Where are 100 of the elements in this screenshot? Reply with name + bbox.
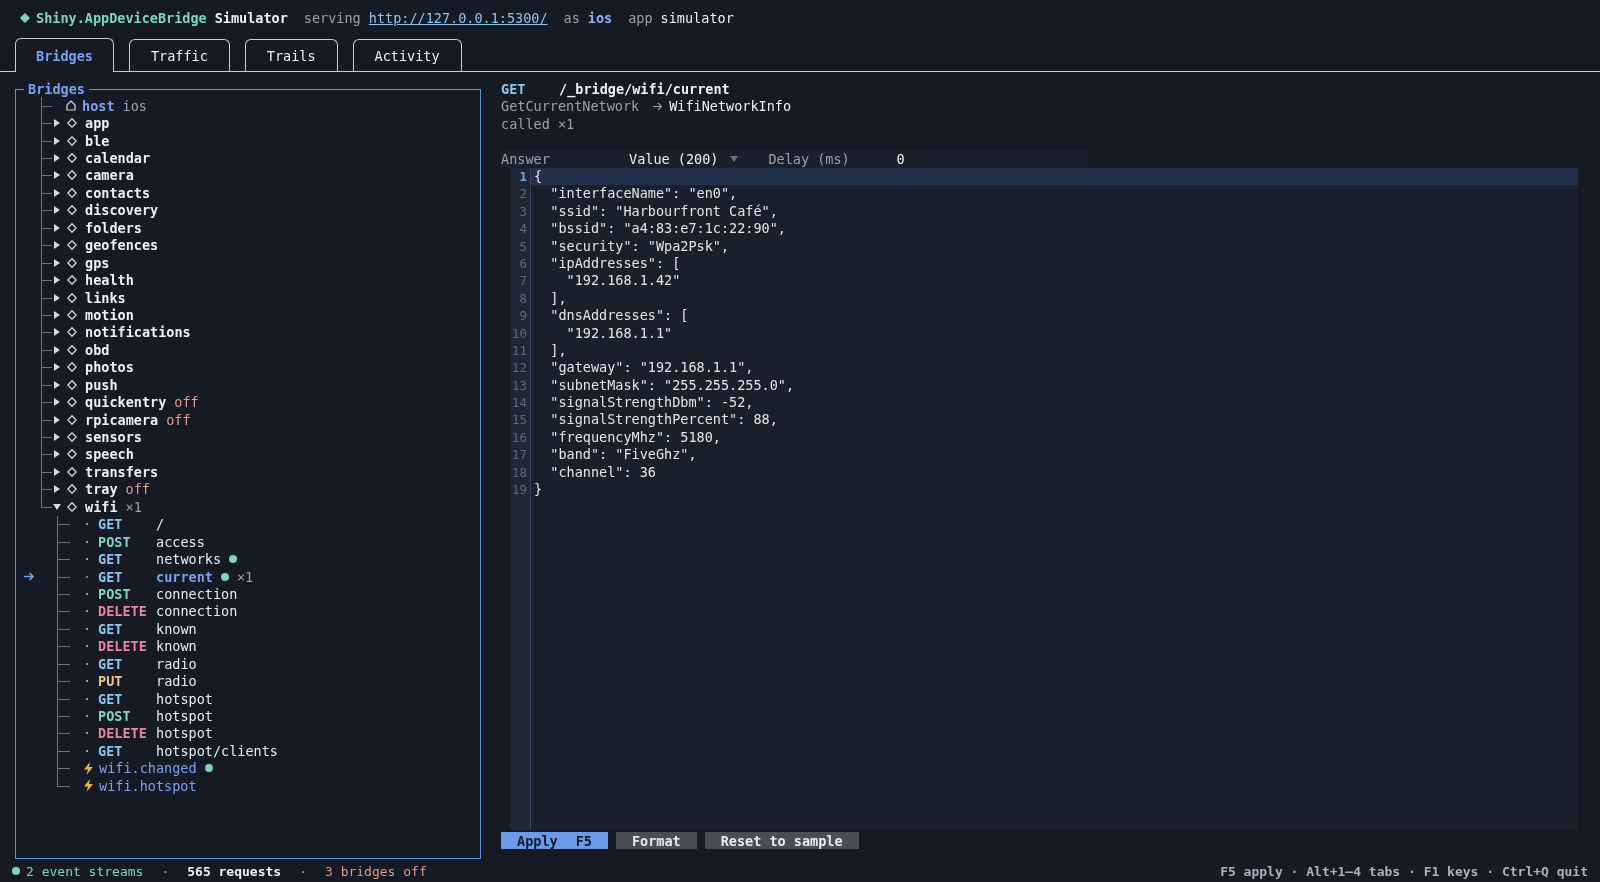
tree-item[interactable]: folders bbox=[24, 219, 480, 237]
line-number: 3 bbox=[518, 202, 528, 221]
endpoint-item[interactable]: DELETE connection bbox=[82, 602, 238, 621]
diamond-icon bbox=[67, 222, 77, 233]
code-line: ], bbox=[549, 341, 568, 360]
answer-dropdown[interactable]: Value (200) bbox=[629, 151, 769, 167]
diamond-icon bbox=[67, 432, 77, 443]
caret-icon bbox=[730, 156, 739, 162]
diamond-icon bbox=[67, 501, 77, 512]
server-link[interactable]: http://127.0.0.1:5300/ bbox=[368, 10, 548, 26]
tree-item[interactable]: ble bbox=[24, 131, 480, 150]
line-number: 1 bbox=[518, 168, 528, 186]
diamond-icon bbox=[67, 449, 77, 460]
diamond-icon bbox=[67, 362, 77, 373]
tab[interactable]: Traffic bbox=[128, 39, 230, 71]
http-method: GET bbox=[501, 80, 527, 97]
apply-button[interactable]: Apply F5 bbox=[501, 832, 608, 849]
endpoint-item[interactable]: GET / bbox=[82, 515, 165, 533]
tree-item[interactable]: health bbox=[24, 271, 480, 289]
endpoint-item[interactable]: DELETE known bbox=[82, 637, 197, 655]
code-line: "security": "Wpa2Psk", bbox=[549, 237, 731, 255]
tree-line bbox=[38, 219, 52, 237]
app-mode: Simulator bbox=[214, 10, 288, 26]
action-button[interactable]: Reset to sample bbox=[704, 832, 859, 849]
tree-item[interactable]: obd bbox=[24, 341, 480, 359]
line-number: 14 bbox=[510, 394, 528, 412]
tree-item[interactable]: sensors bbox=[24, 428, 480, 446]
action-button[interactable]: Format bbox=[615, 832, 697, 849]
endpoint-item[interactable]: POST connection bbox=[82, 585, 238, 603]
diamond-icon bbox=[67, 379, 77, 390]
tree-item[interactable]: geofences bbox=[24, 236, 480, 254]
line-number: 7 bbox=[518, 272, 528, 290]
home-icon bbox=[66, 100, 76, 112]
tab[interactable]: Trails bbox=[244, 39, 338, 71]
tree-item[interactable]: wifi ×1 bbox=[24, 498, 480, 516]
tree-item[interactable]: app bbox=[24, 114, 480, 132]
diamond-icon bbox=[67, 275, 77, 286]
line-number: 16 bbox=[510, 428, 528, 447]
diamond-icon bbox=[67, 309, 77, 320]
delay-field[interactable]: 0 bbox=[896, 151, 905, 167]
handler-name: GetCurrentNetwork bbox=[501, 98, 640, 115]
endpoint-item[interactable]: GET hotspot bbox=[82, 689, 213, 708]
tree-item[interactable]: speech bbox=[24, 445, 480, 464]
diamond-icon bbox=[67, 240, 77, 251]
endpoint-item[interactable]: DELETE hotspot bbox=[82, 724, 213, 743]
tree-item[interactable]: motion bbox=[24, 306, 480, 324]
endpoint-item[interactable]: GET hotspot/clients bbox=[82, 742, 278, 760]
status-text: 2 event streams bbox=[26, 863, 144, 879]
tree-item[interactable]: photos bbox=[24, 358, 480, 376]
diamond-icon bbox=[67, 257, 77, 268]
tree-item[interactable]: camera bbox=[24, 166, 480, 185]
endpoint-item[interactable]: GET known bbox=[82, 620, 197, 638]
return-type: WifiNetworkInfo bbox=[669, 98, 792, 115]
endpoint-item[interactable]: GET networks bbox=[82, 550, 238, 568]
status-dot bbox=[12, 867, 20, 875]
tree-line bbox=[38, 463, 52, 481]
tree-line bbox=[38, 271, 52, 289]
tree-item[interactable]: links bbox=[24, 288, 480, 307]
tree-item[interactable]: transfers bbox=[24, 463, 480, 481]
endpoint-item[interactable]: GET radio bbox=[82, 655, 197, 673]
tree-line bbox=[38, 184, 52, 202]
diamond-icon bbox=[67, 153, 77, 164]
tab[interactable]: Bridges bbox=[15, 38, 114, 72]
line-number: 19 bbox=[510, 481, 528, 499]
tree-line bbox=[38, 131, 52, 150]
separator-dot: · bbox=[299, 863, 307, 879]
line-number: 4 bbox=[518, 220, 528, 238]
diamond-icon bbox=[20, 13, 30, 23]
tree-line bbox=[38, 358, 52, 376]
host-label: host bbox=[82, 97, 115, 114]
diamond-icon bbox=[67, 205, 77, 216]
tree-line bbox=[38, 410, 52, 429]
separator-dot: · bbox=[161, 863, 170, 879]
endpoint-item[interactable]: POST access bbox=[82, 532, 205, 551]
line-number: 2 bbox=[518, 185, 528, 203]
tree-item[interactable]: push bbox=[24, 376, 480, 394]
diamond-icon bbox=[67, 118, 77, 129]
tree-line bbox=[38, 480, 52, 499]
code-line: "band": "FiveGhz", bbox=[549, 446, 698, 464]
endpoint-item[interactable]: GET current ×1 bbox=[82, 567, 254, 586]
line-number: 8 bbox=[518, 289, 528, 308]
tree-item[interactable]: calendar bbox=[24, 149, 480, 167]
line-number: 9 bbox=[518, 307, 528, 325]
answer-label: Answer bbox=[501, 151, 551, 167]
tree-item[interactable]: quickentry off bbox=[24, 393, 480, 411]
event-item[interactable]: wifi.changed bbox=[82, 759, 213, 778]
endpoint-item[interactable]: POST hotspot bbox=[82, 707, 213, 725]
event-item[interactable]: wifi.hotspot bbox=[82, 777, 197, 795]
tree-item[interactable]: discovery bbox=[24, 201, 480, 220]
tree-item[interactable]: gps bbox=[24, 253, 480, 272]
code-line: "dnsAddresses": [ bbox=[549, 307, 690, 325]
code-line: "ipAddresses": [ bbox=[549, 254, 682, 273]
tab[interactable]: Activity bbox=[352, 39, 462, 71]
tree-item[interactable]: rpicamera off bbox=[24, 410, 480, 429]
tree-item[interactable]: contacts bbox=[24, 184, 480, 202]
tree-item[interactable]: notifications bbox=[24, 323, 480, 342]
tree-item[interactable]: tray off bbox=[24, 480, 480, 499]
line-number: 6 bbox=[518, 254, 528, 273]
endpoint-item[interactable]: PUT radio bbox=[82, 672, 197, 690]
diamond-icon bbox=[67, 397, 77, 408]
